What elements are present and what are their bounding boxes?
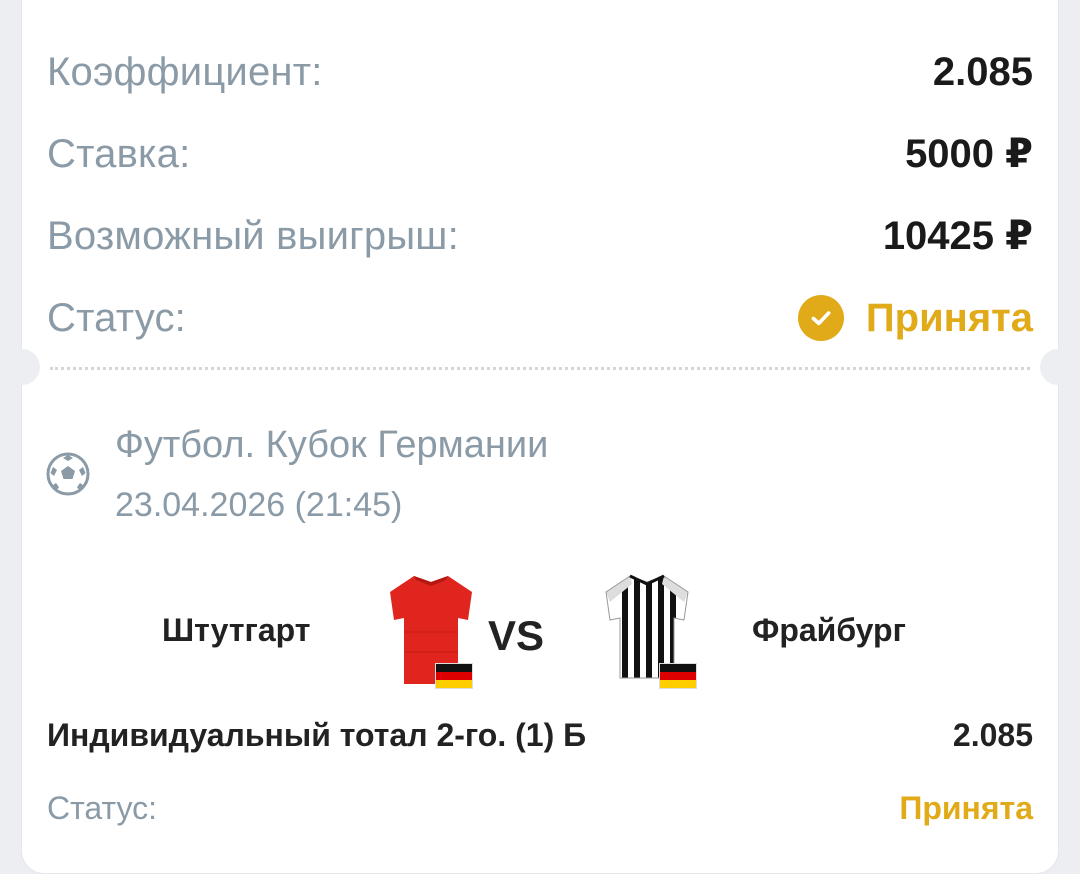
status-label: Статус: [47,295,186,340]
event-datetime: 23.04.2026 (21:45) [115,486,403,524]
away-flag-germany [659,663,697,689]
soccer-ball-icon [46,452,90,496]
coefficient-row: Коэффициент: 2.085 [47,42,1033,102]
home-team-name: Штутгарт [162,612,311,648]
possible-win-label: Возможный выигрыш: [47,213,459,258]
status-value-group: Принята [797,295,1033,341]
coefficient-value: 2.085 [932,49,1033,94]
selection-status-value: Принята [899,790,1033,826]
ticket-notch-left [4,349,40,385]
status-value: Принята [865,295,1033,340]
coefficient-label: Коэффициент: [47,49,323,94]
stake-row: Ставка: 5000 ₽ [47,124,1033,184]
stake-label: Ставка: [47,131,191,176]
possible-win-row: Возможный выигрыш: 10425 ₽ [47,206,1033,266]
stake-value: 5000 ₽ [905,132,1033,176]
home-flag-germany [435,663,473,689]
selection-status-label: Статус: [47,790,158,826]
check-circle-icon [797,295,844,341]
league-title: Футбол. Кубок Германии [115,424,549,466]
market-odds: 2.085 [952,717,1033,753]
away-team-name: Фрайбург [752,612,906,648]
ticket-notch-right [1040,349,1076,385]
market-name: Индивидуальный тотал 2-го. (1) Б [47,717,587,753]
possible-win-value: 10425 ₽ [882,214,1033,258]
vs-label: VS [488,612,545,659]
status-row: Статус: Принята [47,288,1033,348]
ticket-divider [50,367,1030,370]
